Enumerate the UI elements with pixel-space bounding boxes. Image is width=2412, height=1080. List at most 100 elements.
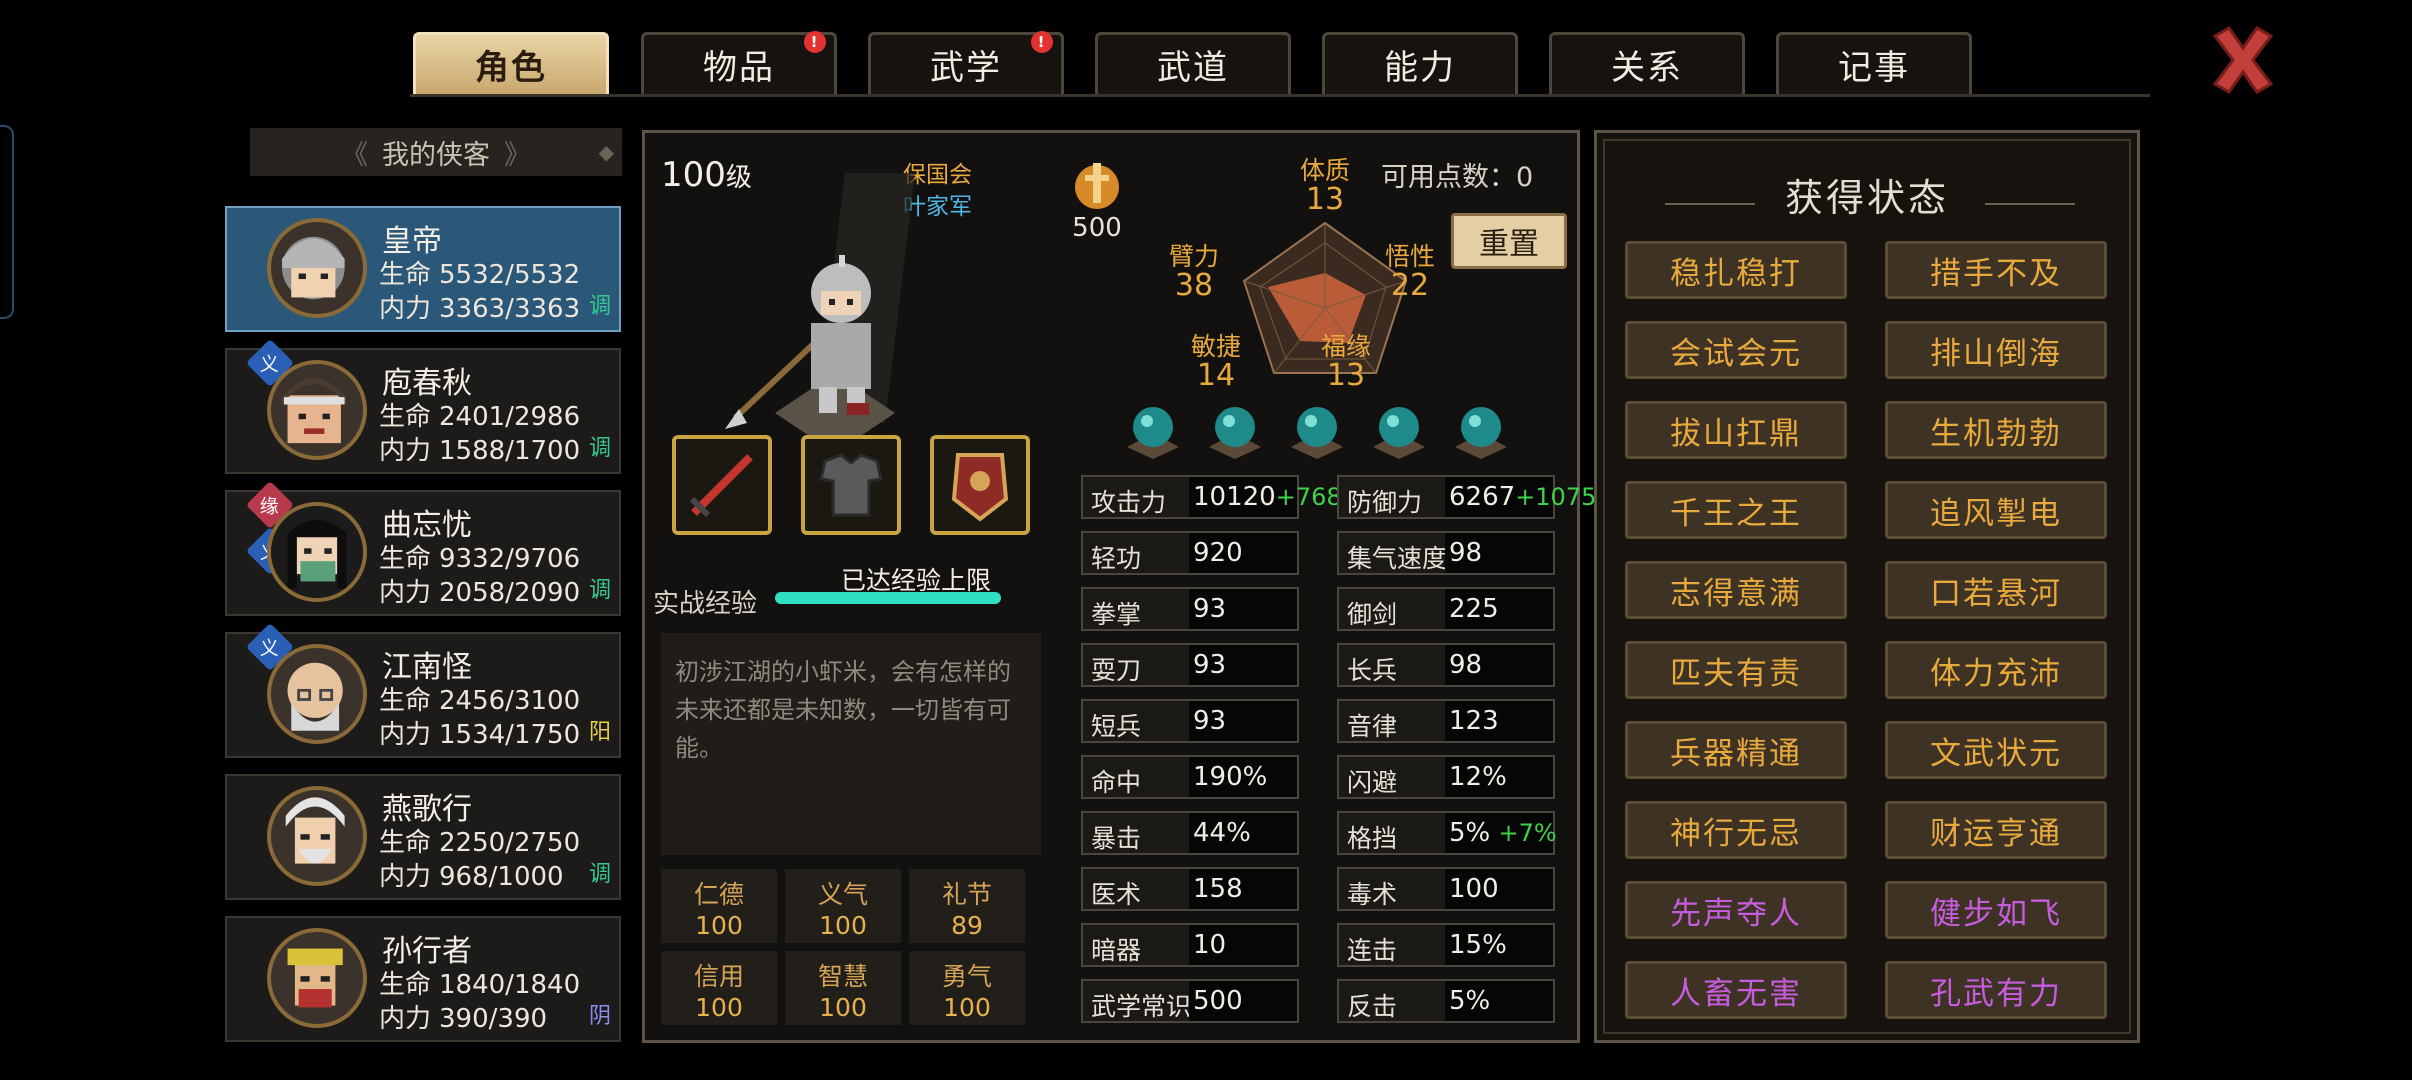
hero-tag: 调: [588, 862, 611, 887]
hero-card[interactable]: 皇帝 生命 5532/5532 内力 3363/3363 调: [225, 206, 621, 332]
stat-critical: 暴击 44%: [1081, 811, 1299, 855]
stat-accuracy: 命中 190%: [1081, 755, 1299, 799]
character-description: 初涉江湖的小虾米，会有怎样的未来还都是未知数，一切皆有可能。: [661, 633, 1041, 855]
hero-tag: 阳: [588, 720, 611, 745]
tab-journal[interactable]: 记事: [1776, 32, 1972, 94]
status-item[interactable]: 会试会元: [1625, 321, 1847, 379]
roster-header[interactable]: 《 我的侠客 》 ◆: [250, 128, 622, 176]
status-item[interactable]: 稳扎稳打: [1625, 241, 1847, 299]
hero-hp: 1840/1840: [439, 970, 581, 1000]
radar-stat-fortune: 福缘 13: [1320, 332, 1371, 393]
hero-card[interactable]: 义 庖春秋 生命 2401/2986 内力 1588/1700 调: [225, 338, 621, 474]
status-item[interactable]: 先声夺人: [1625, 881, 1847, 939]
diamond-icon: ◆: [598, 140, 614, 164]
stat-defense: 防御力 6267+1075: [1337, 475, 1596, 519]
virtue-wisdom: 智慧 100: [785, 951, 901, 1025]
close-x-icon[interactable]: [2205, 22, 2281, 98]
stat-martial-knowledge: 武学常识 500: [1081, 979, 1299, 1023]
armor-icon: [819, 453, 883, 517]
hero-mp: 2058/2090: [439, 578, 581, 608]
exp-bar-fill: [775, 592, 1001, 604]
hero-card[interactable]: 燕歌行 生命 2250/2750 内力 968/1000 调: [225, 774, 621, 900]
status-item[interactable]: 神行无忌: [1625, 801, 1847, 859]
hero-hp: 2401/2986: [439, 402, 581, 432]
status-item[interactable]: 体力充沛: [1885, 641, 2107, 699]
side-handle[interactable]: [0, 125, 14, 319]
stat-lightness: 轻功 920: [1081, 531, 1299, 575]
stat-blade: 耍刀 93: [1081, 643, 1299, 687]
status-item[interactable]: 人畜无害: [1625, 961, 1847, 1019]
accessory-slot[interactable]: [930, 435, 1030, 535]
status-item[interactable]: 千王之王: [1625, 481, 1847, 539]
status-item[interactable]: 生机勃勃: [1885, 401, 2107, 459]
stat-medicine: 医术 158: [1081, 867, 1299, 911]
hero-tag: 调: [588, 294, 611, 319]
tab-items[interactable]: 物品!: [641, 31, 837, 94]
chevron-left-icon: 《: [341, 139, 368, 171]
virtue-benevolence: 仁德 100: [661, 869, 777, 943]
hero-card[interactable]: 孙行者 生命 1840/1840 内力 390/390 阴: [225, 916, 621, 1042]
stat-hidden-weapon: 暗器 10: [1081, 923, 1299, 967]
character-panel: 100级 保国会 叶家军 500 体质 13 悟性 22 福缘 13 敏捷 14 臂力 3…: [642, 130, 1596, 1043]
avatar: [267, 218, 367, 318]
status-title: 获得状态: [1784, 176, 1949, 220]
hero-hp: 2456/3100: [439, 686, 581, 716]
status-item[interactable]: 追风掣电: [1885, 481, 2107, 539]
orb-icon: [1455, 407, 1507, 459]
status-item[interactable]: 财运亨通: [1885, 801, 2107, 859]
reputation-icon: [1075, 163, 1119, 209]
accessory-icon: [951, 453, 1009, 522]
weapon-slot[interactable]: [672, 435, 772, 535]
reputation-value: 500: [1072, 213, 1122, 243]
hero-mp: 3363/3363: [439, 294, 581, 324]
avatar: [267, 644, 367, 744]
hero-tag: 调: [588, 436, 611, 461]
stat-poison: 毒术 100: [1337, 867, 1555, 911]
stat-sword: 御剑 225: [1337, 587, 1555, 631]
status-item[interactable]: 措手不及: [1885, 241, 2107, 299]
hero-hp: 9332/9706: [439, 544, 581, 574]
tab-martial-way[interactable]: 武道: [1095, 32, 1291, 94]
status-item[interactable]: 口若悬河: [1885, 561, 2107, 619]
hero-hp: 2250/2750: [439, 828, 581, 858]
hero-card[interactable]: 缘 义 曲忘忧 生命9332/9706 内力2058/2090 调: [225, 480, 621, 616]
orb-icon: [1127, 407, 1179, 459]
status-item[interactable]: 匹夫有责: [1625, 641, 1847, 699]
reset-button[interactable]: 重置: [1451, 213, 1567, 269]
hero-card[interactable]: 义 江南怪 生命 2456/3100 内力 1534/1750 阳: [225, 622, 621, 758]
stat-block: 格挡 5% +7%: [1337, 811, 1557, 855]
stat-fist: 拳掌 93: [1081, 587, 1299, 631]
tab-abilities[interactable]: 能力: [1322, 32, 1518, 94]
avatar: [267, 360, 367, 460]
character-sprite: [725, 173, 915, 453]
avatar: [267, 928, 367, 1028]
orb-icon: [1373, 407, 1425, 459]
status-item[interactable]: 志得意满: [1625, 561, 1847, 619]
available-points: 可用点数：0: [1381, 162, 1534, 193]
stat-counter: 反击 5%: [1337, 979, 1555, 1023]
radar-stat-agility: 敏捷 14: [1190, 332, 1241, 393]
tab-martial-arts[interactable]: 武学!: [868, 31, 1064, 94]
stat-dodge: 闪避 12%: [1337, 755, 1555, 799]
tab-relations[interactable]: 关系: [1549, 32, 1745, 94]
status-item[interactable]: 兵器精通: [1625, 721, 1847, 779]
status-item[interactable]: 排山倒海: [1885, 321, 2107, 379]
virtue-trust: 信用 100: [661, 951, 777, 1025]
hero-mp: 968/1000: [439, 862, 564, 892]
status-item[interactable]: 文武状元: [1885, 721, 2107, 779]
hero-tag: 阴: [588, 1004, 611, 1029]
alert-badge: !: [1031, 31, 1053, 53]
alert-badge: !: [804, 31, 826, 53]
orb-icon: [1209, 407, 1261, 459]
hero-mp: 1588/1700: [439, 436, 581, 466]
status-item[interactable]: 健步如飞: [1885, 881, 2107, 939]
tab-divider: [410, 94, 2150, 97]
status-item[interactable]: 拔山扛鼎: [1625, 401, 1847, 459]
exp-bar: [775, 592, 1001, 604]
tab-character[interactable]: 角色: [413, 32, 609, 94]
stat-qi-speed: 集气速度 98: [1337, 531, 1555, 575]
avatar: [267, 502, 367, 602]
status-item[interactable]: 孔武有力: [1885, 961, 2107, 1019]
armor-slot[interactable]: [801, 435, 901, 535]
stat-polearm: 长兵 98: [1337, 643, 1555, 687]
